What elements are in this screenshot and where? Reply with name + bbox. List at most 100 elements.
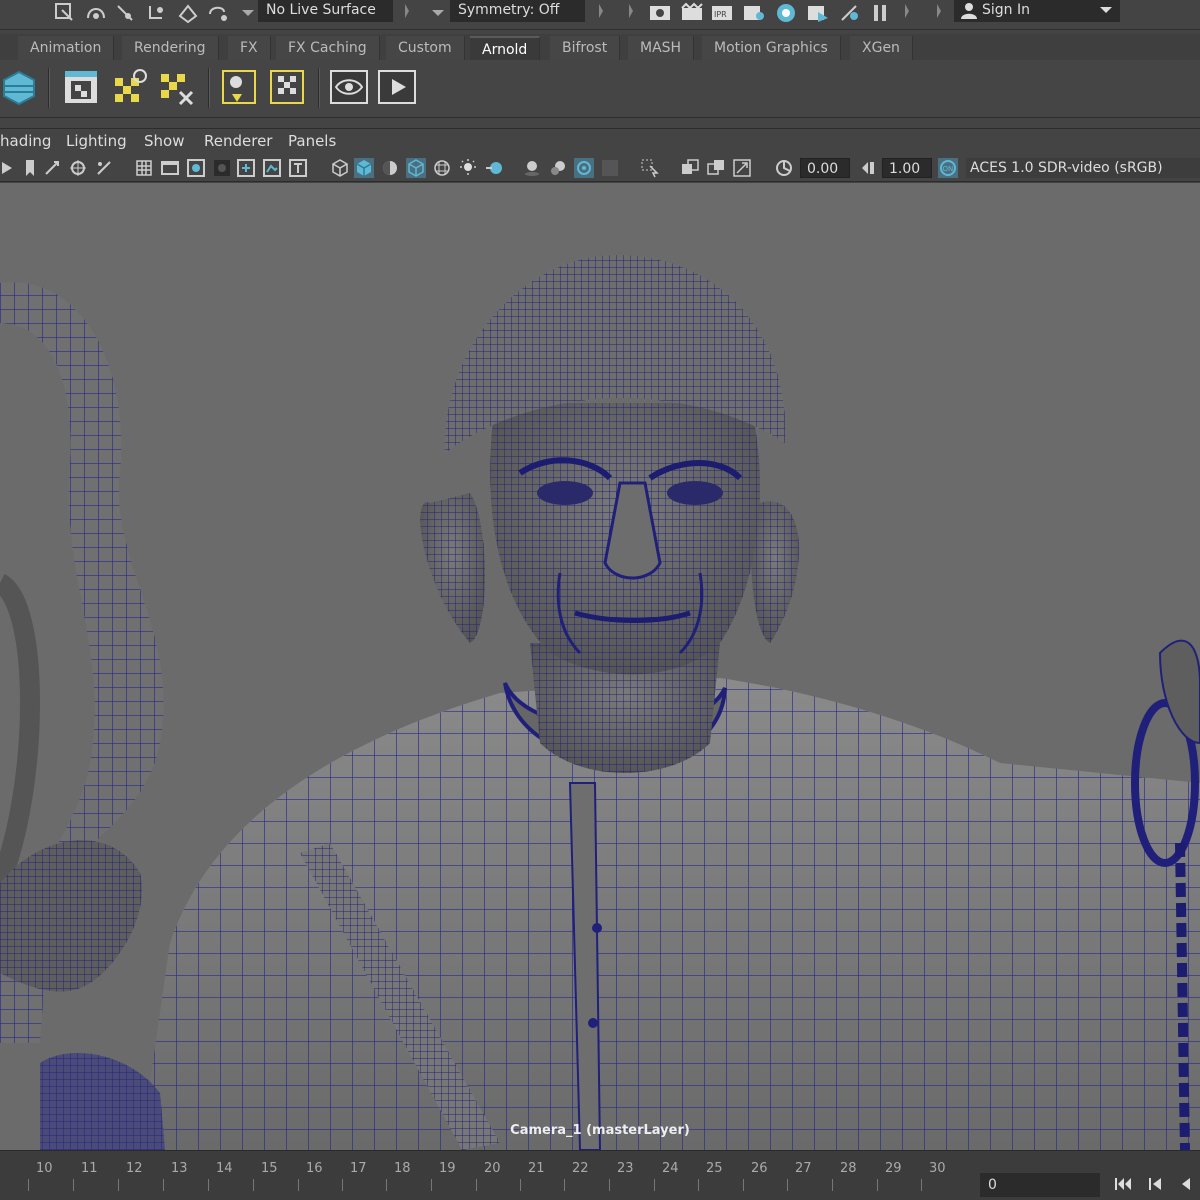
timeline-tick-mark	[476, 1179, 477, 1191]
texture-manager-icon[interactable]	[112, 68, 150, 106]
chevron-down-icon[interactable]	[236, 2, 260, 24]
menu-panels[interactable]: Panels	[288, 132, 336, 150]
shadows-icon[interactable]	[484, 158, 504, 178]
bookmark-icon[interactable]	[20, 158, 40, 178]
sign-in-label: Sign In	[982, 2, 1030, 18]
resolution-gate-icon[interactable]	[160, 158, 180, 178]
symmetry-dropdown[interactable]: Symmetry: Off	[450, 0, 585, 22]
xray-icon[interactable]	[680, 158, 700, 178]
camera-label: Camera_1 (masterLayer)	[510, 1123, 690, 1138]
timeline-tick-mark	[564, 1179, 565, 1191]
chevron-down-icon[interactable]	[426, 2, 450, 24]
gamma-icon[interactable]	[858, 158, 878, 178]
chevron-down-icon[interactable]	[1098, 2, 1114, 18]
snap-curve-icon[interactable]	[84, 2, 108, 24]
arnold-render-icon[interactable]	[0, 68, 38, 106]
tab-animation[interactable]: Animation	[18, 36, 115, 60]
field-chart-icon[interactable]	[212, 158, 232, 178]
wireframe-on-shaded-icon[interactable]	[406, 158, 426, 178]
timeline-tick: 14	[216, 1161, 233, 1176]
go-to-start-icon[interactable]	[1112, 1173, 1134, 1195]
pause-icon[interactable]	[868, 2, 892, 24]
timeline-tick: 18	[394, 1161, 411, 1176]
hypershade-icon[interactable]	[774, 2, 798, 24]
grid-icon[interactable]	[134, 158, 154, 178]
timeline-tick-mark	[386, 1179, 387, 1191]
motion-blur-icon[interactable]	[548, 158, 568, 178]
light-editor-icon[interactable]	[838, 2, 862, 24]
gamma-field[interactable]: 1.00	[882, 158, 932, 178]
time-slider[interactable]: 10 11 12 13 14 15 16 17 18 19 20 21 22 2…	[0, 1150, 1200, 1200]
flush-textures-icon[interactable]	[158, 68, 196, 106]
xray-joints-icon[interactable]	[706, 158, 726, 178]
snap-live-icon[interactable]	[206, 2, 230, 24]
shelf	[0, 60, 1200, 118]
viewport[interactable]: Camera_1 (masterLayer)	[0, 183, 1200, 1150]
wireframe-cube-icon[interactable]	[330, 158, 350, 178]
step-back-frame-icon[interactable]	[1174, 1173, 1196, 1195]
tab-motion-graphics[interactable]: Motion Graphics	[702, 36, 841, 60]
tab-mash[interactable]: MASH	[628, 36, 695, 60]
status-bar: No Live Surface Symmetry: Off IPR Sign I…	[0, 0, 1200, 30]
render-view-icon[interactable]	[62, 68, 100, 106]
menu-shading[interactable]: hading	[0, 132, 51, 150]
timeline-tick-mark	[520, 1179, 521, 1191]
timeline-tick: 13	[171, 1161, 188, 1176]
screen-space-ao-icon[interactable]	[522, 158, 542, 178]
lighting-icon[interactable]	[458, 158, 478, 178]
safe-title-icon[interactable]	[262, 158, 282, 178]
snap-point-icon[interactable]	[114, 2, 138, 24]
default-material-icon[interactable]	[380, 158, 400, 178]
tab-fx[interactable]: FX	[228, 36, 271, 60]
texture-icon[interactable]	[432, 158, 452, 178]
step-back-key-icon[interactable]	[1144, 1173, 1166, 1195]
menu-lighting[interactable]: Lighting	[66, 132, 127, 150]
select-camera-icon[interactable]	[0, 158, 20, 178]
render-setup-icon[interactable]	[806, 2, 830, 24]
snap-surface-icon[interactable]	[176, 2, 200, 24]
tab-arnold[interactable]: Arnold	[470, 36, 541, 60]
menu-show[interactable]: Show	[144, 132, 184, 150]
exposure-field[interactable]: 0.00	[800, 158, 850, 178]
render-frame-icon[interactable]	[680, 2, 704, 24]
visibility-eye-icon[interactable]	[330, 68, 368, 106]
current-frame-field[interactable]: 0	[980, 1173, 1100, 1197]
play-render-icon[interactable]	[378, 68, 416, 106]
tab-custom[interactable]: Custom	[386, 36, 465, 60]
backface-culling-icon[interactable]	[732, 158, 752, 178]
sign-in-dropdown[interactable]: Sign In	[954, 0, 1120, 22]
render-settings-icon[interactable]	[742, 2, 766, 24]
anti-alias-icon[interactable]	[574, 158, 594, 178]
light-portal-icon[interactable]	[220, 68, 258, 106]
live-surface-field[interactable]: No Live Surface	[258, 0, 393, 22]
timeline-tick: 16	[306, 1161, 323, 1176]
gate-mask-icon[interactable]	[186, 158, 206, 178]
tab-rendering[interactable]: Rendering	[122, 36, 219, 60]
render-view-icon[interactable]	[648, 2, 672, 24]
menu-renderer[interactable]: Renderer	[204, 132, 272, 150]
tab-bifrost[interactable]: Bifrost	[550, 36, 621, 60]
isolate-select-icon[interactable]	[640, 158, 660, 178]
image-plane-icon[interactable]	[68, 158, 88, 178]
sky-dome-icon[interactable]	[268, 68, 306, 106]
tab-fx-caching[interactable]: FX Caching	[276, 36, 380, 60]
text-overlay-icon[interactable]	[288, 158, 308, 178]
smooth-shade-cube-icon[interactable]	[354, 158, 374, 178]
depth-of-field-icon[interactable]	[600, 158, 620, 178]
tab-xgen[interactable]: XGen	[850, 36, 913, 60]
timeline-tick: 11	[81, 1161, 98, 1176]
ipr-render-icon[interactable]: IPR	[710, 2, 734, 24]
camera-attributes-icon[interactable]	[42, 158, 62, 178]
separator-icon	[629, 4, 633, 18]
snap-view-icon[interactable]	[144, 2, 168, 24]
select-tool-icon[interactable]	[52, 2, 76, 24]
timeline-tick: 21	[528, 1161, 545, 1176]
color-space-dropdown[interactable]: ACES 1.0 SDR-video (sRGB)	[966, 158, 1200, 178]
safe-action-icon[interactable]	[236, 158, 256, 178]
color-management-toggle-icon[interactable]: ON	[938, 158, 958, 178]
timeline-tick: 12	[126, 1161, 143, 1176]
timeline-tick: 29	[885, 1161, 902, 1176]
exposure-icon[interactable]	[774, 158, 794, 178]
film-gate-icon[interactable]	[94, 158, 114, 178]
timeline-tick-mark	[208, 1179, 209, 1191]
